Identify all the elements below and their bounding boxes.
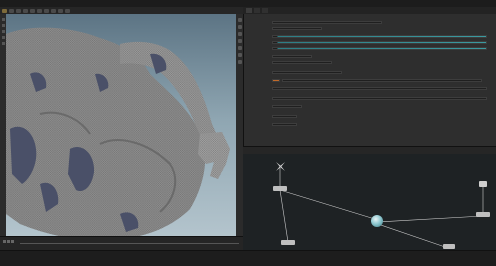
network-tabs [243,146,496,154]
display-option-icon[interactable] [237,18,242,22]
param-row [248,96,487,100]
param-field[interactable] [272,20,382,24]
param-row [248,114,297,118]
param-field[interactable] [282,78,482,82]
parameter-editor [243,14,496,146]
display-option-icon[interactable] [237,25,242,29]
param-row [248,46,487,50]
cloth-mesh-render [6,27,230,241]
tool-icon[interactable] [30,8,35,13]
tool-icon[interactable] [51,8,56,13]
param-row [248,78,482,82]
param-row [248,20,382,24]
tool-icon[interactable] [44,8,49,13]
tool-icon[interactable] [37,8,42,13]
param-row [248,86,487,90]
play-icon[interactable] [7,240,10,243]
display-option-icon[interactable] [237,53,242,57]
parameter-tabs [243,7,496,14]
tool-icon[interactable] [65,8,70,13]
tool-icon[interactable] [16,8,21,13]
param-field[interactable] [272,86,487,90]
node[interactable] [443,244,455,249]
node[interactable] [281,240,295,245]
param-row [248,60,332,64]
play-back-icon[interactable] [3,240,6,243]
node[interactable] [476,212,490,217]
param-swatch[interactable] [272,78,280,82]
param-slider[interactable] [272,46,487,50]
timeline [0,236,243,250]
tool-icon[interactable] [1,18,5,21]
tool-icon[interactable] [23,8,28,13]
shelf-toolbar [0,7,243,14]
param-row [248,54,312,58]
param-row [248,34,487,38]
param-field[interactable] [272,60,332,64]
param-row [248,104,302,108]
tab[interactable] [254,8,260,13]
param-field[interactable] [272,122,297,126]
tool-icon[interactable] [1,42,5,45]
param-field[interactable] [272,104,302,108]
tool-icon[interactable] [58,8,63,13]
display-option-icon[interactable] [237,32,242,36]
node-input-icon[interactable] [479,181,487,187]
tool-icon[interactable] [2,8,7,13]
viewport-right-toolbar [236,14,243,250]
param-field[interactable] [272,54,312,58]
display-option-icon[interactable] [237,46,242,50]
playback-controls [3,240,14,243]
tool-icon[interactable] [9,8,14,13]
node-network-editor[interactable] [243,154,496,250]
tool-icon[interactable] [1,30,5,33]
tab[interactable] [246,8,252,13]
param-field[interactable] [272,96,487,100]
param-slider[interactable] [272,40,487,44]
tool-icon[interactable] [1,24,5,27]
param-row [248,70,342,74]
scene-viewport[interactable] [0,14,243,250]
param-field[interactable] [272,26,322,30]
param-slider[interactable] [272,34,487,38]
param-row [248,26,322,30]
viewport-left-toolbar [0,14,6,250]
node[interactable] [273,186,287,191]
main-menubar [0,0,496,7]
param-field[interactable] [272,70,342,74]
param-field[interactable] [272,114,297,118]
play-forward-icon[interactable] [11,240,14,243]
status-bar [0,250,496,266]
param-row [248,40,487,44]
display-option-icon[interactable] [237,60,242,64]
param-row [248,122,297,126]
timeline-ruler[interactable] [20,240,239,244]
solver-node-icon[interactable] [371,215,383,227]
display-option-icon[interactable] [237,39,242,43]
tab[interactable] [262,8,268,13]
tool-icon[interactable] [1,36,5,39]
node-wires [279,168,484,249]
